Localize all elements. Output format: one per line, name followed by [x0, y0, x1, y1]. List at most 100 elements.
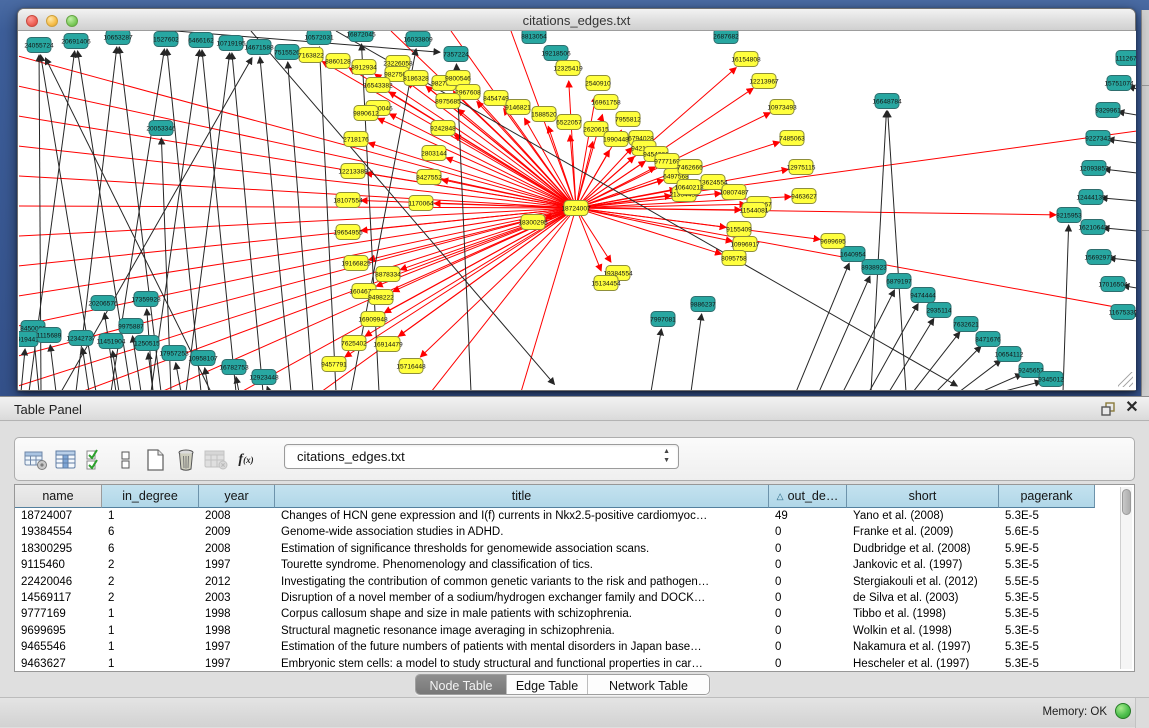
cell-name[interactable]: 18724007	[15, 508, 102, 524]
cell-in_degree[interactable]: 6	[102, 524, 199, 540]
cell-name[interactable]: 9463627	[15, 656, 102, 672]
cell-title[interactable]: Changes of HCN gene expression and I(f) …	[275, 508, 769, 524]
cell-year[interactable]: 1997	[199, 639, 275, 655]
scrollbar-thumb[interactable]	[1122, 489, 1131, 515]
graph-edge[interactable]	[1001, 382, 1041, 390]
cell-short[interactable]: Dudbridge et al. (2008)	[847, 541, 999, 557]
graph-edge[interactable]	[691, 314, 702, 390]
cell-out_de[interactable]: 0	[769, 524, 847, 540]
cell-out_de[interactable]: 0	[769, 623, 847, 639]
column-header-in_degree[interactable]: in_degree	[102, 485, 199, 508]
graph-edge[interactable]	[267, 386, 269, 390]
graph-edge[interactable]	[378, 118, 576, 208]
cell-pagerank[interactable]: 5.3E-5	[999, 623, 1095, 639]
new-table-icon[interactable]	[141, 447, 171, 473]
import-table-icon[interactable]	[201, 447, 231, 473]
cell-title[interactable]: Genome-wide association studies in ADHD.	[275, 524, 769, 540]
cell-pagerank[interactable]: 5.3E-5	[999, 639, 1095, 655]
cell-year[interactable]: 2008	[199, 508, 275, 524]
cell-pagerank[interactable]: 5.5E-5	[999, 574, 1095, 590]
cell-pagerank[interactable]: 5.9E-5	[999, 541, 1095, 557]
cell-title[interactable]: Estimation of significance thresholds fo…	[275, 541, 769, 557]
cell-year[interactable]: 2003	[199, 590, 275, 606]
cell-name[interactable]: 18300295	[15, 541, 102, 557]
cell-out_de[interactable]: 0	[769, 557, 847, 573]
graph-edge[interactable]	[176, 363, 181, 390]
cell-short[interactable]: Tibbo et al. (1998)	[847, 606, 999, 622]
cell-year[interactable]: 1997	[199, 557, 275, 573]
cell-name[interactable]: 9699695	[15, 623, 102, 639]
window-titlebar[interactable]: citations_edges.txt	[18, 9, 1135, 31]
cell-out_de[interactable]: 0	[769, 639, 847, 655]
graph-edge[interactable]	[1108, 139, 1136, 143]
graph-edge[interactable]	[202, 50, 236, 390]
cell-short[interactable]: Stergiakouli et al. (2012)	[847, 574, 999, 590]
close-panel-icon[interactable]: ✕	[1124, 399, 1140, 417]
delete-table-icon[interactable]	[171, 447, 201, 473]
column-header-short[interactable]: short	[847, 485, 999, 508]
cell-year[interactable]: 1997	[199, 656, 275, 672]
graph-edge[interactable]	[1104, 169, 1136, 173]
table-scrollbar[interactable]	[1120, 487, 1132, 669]
table-row[interactable]: 969969511998Structural magnetic resonanc…	[15, 623, 1134, 639]
graph-edge[interactable]	[576, 208, 611, 262]
table-row[interactable]: 1830029562008Estimation of significance …	[15, 541, 1134, 557]
cell-in_degree[interactable]: 6	[102, 541, 199, 557]
graph-edge[interactable]	[936, 346, 981, 390]
tab-network-table[interactable]: Network Table	[588, 675, 709, 695]
graph-edge[interactable]	[1101, 198, 1136, 201]
cell-title[interactable]: Embryonic stem cells: a model to study s…	[275, 656, 769, 672]
column-header-out_de[interactable]: △out_de…	[769, 485, 847, 508]
graph-edge[interactable]	[521, 208, 576, 390]
table-row[interactable]: 1456911722003Disruption of a novel membe…	[15, 590, 1134, 606]
cell-short[interactable]: Yano et al. (2008)	[847, 508, 999, 524]
table-row[interactable]: 946554611997Estimation of the future num…	[15, 639, 1134, 655]
graph-edge[interactable]	[651, 329, 661, 390]
graph-edge[interactable]	[236, 377, 239, 390]
cell-year[interactable]: 2012	[199, 574, 275, 590]
table-selector-dropdown[interactable]: citations_edges.txt ▲▼	[284, 444, 679, 469]
cell-pagerank[interactable]: 5.3E-5	[999, 590, 1095, 606]
graph-edge[interactable]	[390, 114, 576, 208]
graph-edge[interactable]	[319, 47, 336, 390]
cell-in_degree[interactable]: 1	[102, 639, 199, 655]
graph-edge[interactable]	[843, 290, 894, 390]
column-header-name[interactable]: name	[15, 485, 102, 508]
cell-out_de[interactable]: 0	[769, 541, 847, 557]
tab-node-table[interactable]: Node Table	[416, 675, 507, 695]
cell-in_degree[interactable]: 1	[102, 606, 199, 622]
cell-in_degree[interactable]: 2	[102, 557, 199, 573]
graph-edge[interactable]	[288, 62, 313, 390]
graph-edge[interactable]	[869, 304, 918, 390]
cell-name[interactable]: 19384554	[15, 524, 102, 540]
cell-year[interactable]: 2008	[199, 541, 275, 557]
cell-short[interactable]: Wolkin et al. (1998)	[847, 623, 999, 639]
graph-edge[interactable]	[19, 146, 576, 208]
cell-out_de[interactable]: 0	[769, 574, 847, 590]
cell-title[interactable]: Tourette syndrome. Phenomenology and cla…	[275, 557, 769, 573]
memory-ok-indicator[interactable]	[1115, 703, 1131, 719]
graph-edge[interactable]	[104, 313, 116, 390]
table-row[interactable]: 911546021997Tourette syndrome. Phenomeno…	[15, 557, 1134, 573]
graph-edge[interactable]	[50, 345, 56, 390]
cell-name[interactable]: 14569117	[15, 590, 102, 606]
graph-edge[interactable]	[871, 111, 886, 390]
float-panel-icon[interactable]	[1101, 402, 1117, 416]
cell-out_de[interactable]: 0	[769, 656, 847, 672]
cell-out_de[interactable]: 0	[769, 606, 847, 622]
cell-in_degree[interactable]: 1	[102, 623, 199, 639]
network-canvas[interactable]: 2405572420691406106532871527602646616210…	[19, 31, 1136, 390]
table-row[interactable]: 946362711997Embryonic stem cells: a mode…	[15, 656, 1134, 672]
graph-edge[interactable]	[345, 208, 576, 357]
graph-edge[interactable]	[796, 263, 849, 390]
cell-year[interactable]: 1998	[199, 623, 275, 639]
graph-edge[interactable]	[576, 208, 820, 239]
tab-edge-table[interactable]: Edge Table	[507, 675, 588, 695]
graph-edge[interactable]	[889, 319, 934, 390]
cell-in_degree[interactable]: 2	[102, 574, 199, 590]
column-header-year[interactable]: year	[199, 485, 275, 508]
column-header-title[interactable]: title	[275, 485, 769, 508]
cell-name[interactable]: 9777169	[15, 606, 102, 622]
cell-short[interactable]: de Silva et al. (2003)	[847, 590, 999, 606]
cell-name[interactable]: 9465546	[15, 639, 102, 655]
